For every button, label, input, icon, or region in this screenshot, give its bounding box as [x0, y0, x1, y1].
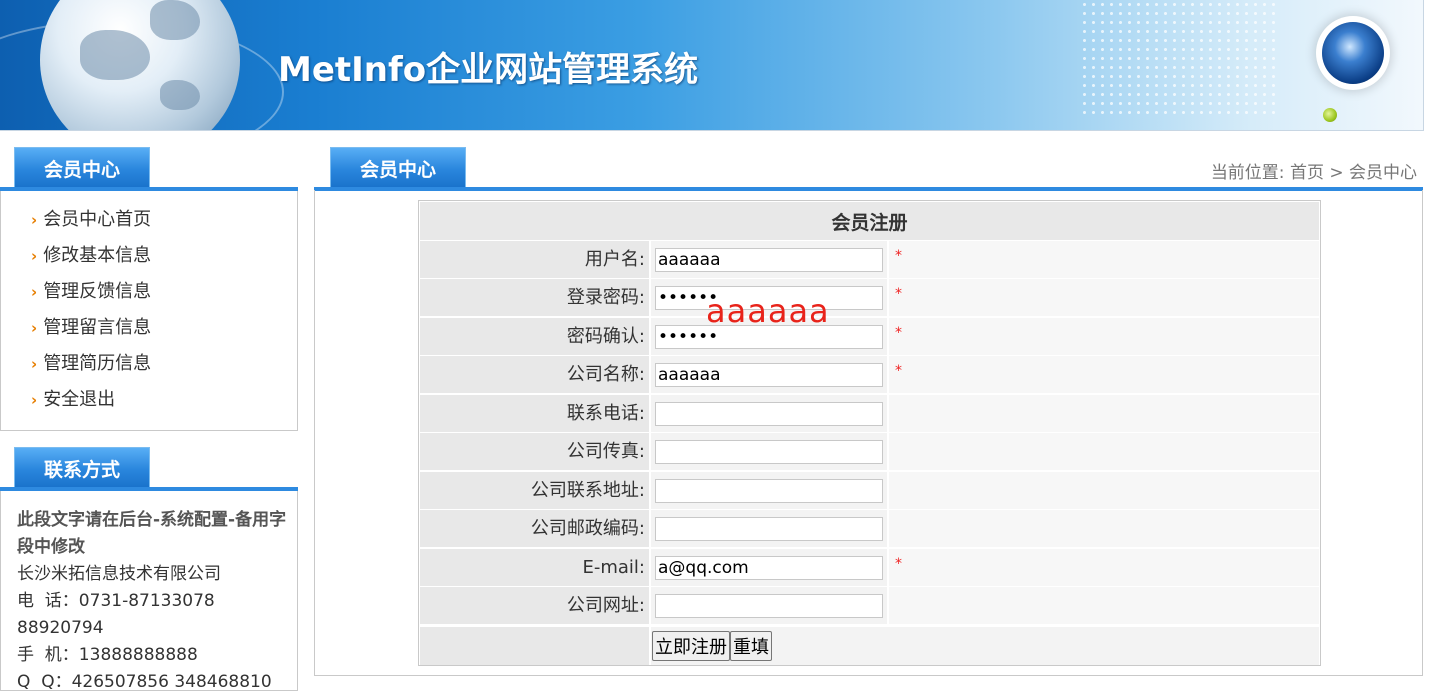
company-name-input[interactable] [655, 363, 883, 387]
address-input[interactable] [655, 479, 883, 503]
form-row-website: 公司网址: [420, 587, 1319, 624]
required-mark: * [895, 363, 902, 379]
form-row-fax: 公司传真: [420, 433, 1319, 470]
sidebar-item-label: 安全退出 [43, 389, 116, 410]
main-heading: 会员中心 [330, 147, 466, 187]
username-input[interactable] [655, 248, 883, 272]
sidebar-item-edit-info[interactable]: › 修改基本信息 [31, 241, 151, 271]
field-label: 公司传真: [420, 433, 649, 470]
form-row-email: E-mail: * [420, 549, 1319, 586]
sidebar-item-member-home[interactable]: › 会员中心首页 [31, 205, 151, 235]
site-title: MetInfo企业网站管理系统 [278, 50, 699, 90]
form-row-address: 公司联系地址: [420, 472, 1319, 509]
globe-orb-icon [1322, 22, 1384, 84]
phone-line-2: 88920794 [17, 618, 104, 638]
chevron-right-icon: › [31, 283, 38, 301]
phone-line: 电 话：0731-87133078 [17, 591, 215, 611]
field-label: 公司名称: [420, 356, 649, 393]
sidebar-item-resumes[interactable]: › 管理简历信息 [31, 349, 151, 379]
sidebar-item-messages[interactable]: › 管理留言信息 [31, 313, 151, 343]
chevron-right-icon: › [31, 319, 38, 337]
form-title: 会员注册 [420, 202, 1319, 240]
breadcrumb: 当前位置: 首页 > 会员中心 [1210, 163, 1417, 183]
world-dots-graphic [1080, 0, 1280, 120]
qq-line: Q Q：426507856 348468810 [17, 672, 272, 692]
register-button[interactable]: 立即注册 [652, 631, 730, 661]
form-row-company: 公司名称: * [420, 356, 1319, 393]
sidebar-item-label: 管理简历信息 [43, 353, 152, 374]
mobile-line: 手 机：13888888888 [17, 645, 198, 665]
required-mark: * [895, 556, 902, 572]
company-name: 长沙米拓信息技术有限公司 [17, 564, 221, 584]
form-row-postcode: 公司邮政编码: [420, 510, 1319, 547]
chevron-right-icon: › [31, 391, 38, 409]
contact-panel: 此段文字请在后台-系统配置-备用字段中修改 长沙米拓信息技术有限公司 电 话：0… [0, 491, 298, 692]
form-row-username: 用户名: * [420, 241, 1319, 278]
reset-button[interactable]: 重填 [730, 631, 772, 661]
form-buttons-row: 立即注册 重填 [420, 627, 1319, 665]
sidebar-item-label: 修改基本信息 [43, 245, 152, 266]
green-dot-icon [1323, 108, 1337, 122]
password-annotation: aaaaaa [706, 292, 830, 330]
field-label: 公司联系地址: [420, 472, 649, 509]
field-label: E-mail: [420, 549, 649, 586]
sidebar-item-feedback[interactable]: › 管理反馈信息 [31, 277, 151, 307]
member-menu: › 会员中心首页 › 修改基本信息 › 管理反馈信息 › 管理留言信息 › 管理… [0, 191, 298, 431]
chevron-right-icon: › [31, 355, 38, 373]
chevron-right-icon: › [31, 247, 38, 265]
contact-heading: 联系方式 [14, 447, 150, 487]
field-label: 密码确认: [420, 318, 649, 355]
email-input[interactable] [655, 556, 883, 580]
form-row-phone: 联系电话: [420, 395, 1319, 432]
contact-note: 此段文字请在后台-系统配置-备用字段中修改 [17, 510, 287, 557]
required-mark: * [895, 325, 902, 341]
register-form: 会员注册 用户名: * 登录密码: * 密码确认: * 公司名称: * 联系电话… [418, 200, 1321, 666]
site-banner: MetInfo企业网站管理系统 [0, 0, 1424, 131]
field-label: 联系电话: [420, 395, 649, 432]
sidebar-item-label: 会员中心首页 [43, 209, 152, 230]
sidebar-item-label: 管理留言信息 [43, 317, 152, 338]
form-row-password-confirm: 密码确认: * [420, 318, 1319, 355]
field-label: 公司邮政编码: [420, 510, 649, 547]
field-label: 登录密码: [420, 279, 649, 316]
postcode-input[interactable] [655, 517, 883, 541]
form-row-password: 登录密码: * [420, 279, 1319, 316]
globe-graphic [40, 0, 240, 130]
fax-input[interactable] [655, 440, 883, 464]
sidebar-item-logout[interactable]: › 安全退出 [31, 385, 115, 415]
required-mark: * [895, 248, 902, 264]
sidebar-item-label: 管理反馈信息 [43, 281, 152, 302]
member-center-heading: 会员中心 [14, 147, 150, 187]
field-label: 用户名: [420, 241, 649, 278]
field-label: 公司网址: [420, 587, 649, 624]
website-input[interactable] [655, 594, 883, 618]
required-mark: * [895, 286, 902, 302]
phone-input[interactable] [655, 402, 883, 426]
chevron-right-icon: › [31, 211, 38, 229]
